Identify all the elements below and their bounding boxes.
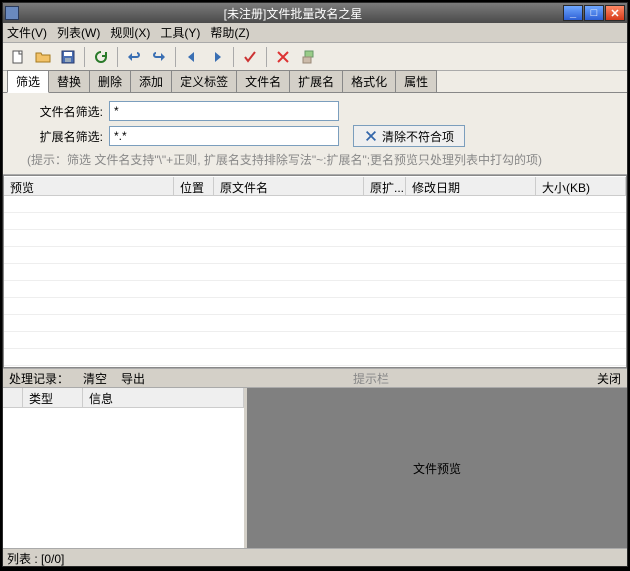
col-orig-ext[interactable]: 原扩... <box>364 177 406 195</box>
menu-help[interactable]: 帮助(Z) <box>210 24 249 41</box>
separator-icon <box>117 47 118 67</box>
tab-format[interactable]: 格式化 <box>342 70 396 92</box>
list-body[interactable] <box>4 196 626 367</box>
col-mod-date[interactable]: 修改日期 <box>406 177 536 195</box>
titlebar[interactable]: [未注册]文件批量改名之星 _ □ ✕ <box>3 3 627 23</box>
hint-bar-label: 提示栏 <box>159 370 583 387</box>
log-body[interactable] <box>3 408 244 548</box>
tab-delete[interactable]: 删除 <box>89 70 131 92</box>
undo-button[interactable] <box>123 46 145 68</box>
prev-button[interactable] <box>181 46 203 68</box>
next-button[interactable] <box>206 46 228 68</box>
ext-filter-label: 扩展名筛选: <box>23 128 103 145</box>
refresh-button[interactable] <box>90 46 112 68</box>
save-button[interactable] <box>57 46 79 68</box>
close-button[interactable]: ✕ <box>605 5 625 21</box>
col-position[interactable]: 位置 <box>174 177 214 195</box>
col-orig-name[interactable]: 原文件名 <box>214 177 364 195</box>
log-col-info[interactable]: 信息 <box>83 388 244 407</box>
statusbar: 列表 : [0/0] <box>3 548 627 566</box>
toolbar <box>3 43 627 71</box>
log-header: 类型 信息 <box>3 388 244 408</box>
clear-mismatch-label: 清除不符合项 <box>382 128 454 145</box>
menubar: 文件(V) 列表(W) 规则(X) 工具(Y) 帮助(Z) <box>3 23 627 43</box>
col-size[interactable]: 大小(KB) <box>536 177 626 195</box>
tab-define-tag[interactable]: 定义标签 <box>171 70 237 92</box>
col-preview[interactable]: 预览 <box>4 177 174 195</box>
app-icon <box>5 6 19 20</box>
log-col-type[interactable]: 类型 <box>23 388 83 407</box>
log-export-link[interactable]: 导出 <box>121 370 145 387</box>
log-col-icon[interactable] <box>3 388 23 407</box>
separator-icon <box>233 47 234 67</box>
ext-filter-input[interactable] <box>109 126 339 146</box>
delete-button[interactable] <box>272 46 294 68</box>
x-icon <box>364 129 378 143</box>
menu-list[interactable]: 列表(W) <box>57 24 100 41</box>
menu-tool[interactable]: 工具(Y) <box>160 24 200 41</box>
apply-button[interactable] <box>239 46 261 68</box>
window-title: [未注册]文件批量改名之星 <box>23 5 563 22</box>
file-preview-label: 文件预览 <box>413 460 461 477</box>
separator-icon <box>84 47 85 67</box>
mid-bar: 处理记录： 清空 导出 提示栏 关闭 <box>3 368 627 388</box>
list-header: 预览 位置 原文件名 原扩... 修改日期 大小(KB) <box>4 176 626 196</box>
midbar-close-link[interactable]: 关闭 <box>597 370 621 387</box>
filename-filter-input[interactable] <box>109 101 339 121</box>
clear-mismatch-button[interactable]: 清除不符合项 <box>353 125 465 147</box>
redo-button[interactable] <box>148 46 170 68</box>
file-preview-panel: 文件预览 <box>247 388 627 548</box>
tab-filename[interactable]: 文件名 <box>236 70 290 92</box>
new-button[interactable] <box>7 46 29 68</box>
filename-filter-label: 文件名筛选: <box>23 103 103 120</box>
app-window: [未注册]文件批量改名之星 _ □ ✕ 文件(V) 列表(W) 规则(X) 工具… <box>2 2 628 567</box>
filter-panel: 文件名筛选: 扩展名筛选: 清除不符合项 (提示：筛选 文件名支持"\"+正则,… <box>3 93 627 175</box>
filter-hint: (提示：筛选 文件名支持"\"+正则, 扩展名支持排除写法"~:扩展名";更名预… <box>23 151 607 168</box>
separator-icon <box>266 47 267 67</box>
tab-extension[interactable]: 扩展名 <box>289 70 343 92</box>
log-label: 处理记录： <box>9 370 69 387</box>
separator-icon <box>175 47 176 67</box>
main-list: 预览 位置 原文件名 原扩... 修改日期 大小(KB) <box>3 175 627 368</box>
log-clear-link[interactable]: 清空 <box>83 370 107 387</box>
minimize-button[interactable]: _ <box>563 5 583 21</box>
tab-replace[interactable]: 替换 <box>48 70 90 92</box>
bottom-panel: 类型 信息 文件预览 <box>3 388 627 548</box>
edit-button[interactable] <box>297 46 319 68</box>
tab-add[interactable]: 添加 <box>130 70 172 92</box>
menu-rule[interactable]: 规则(X) <box>110 24 150 41</box>
menu-file[interactable]: 文件(V) <box>7 24 47 41</box>
tabbar: 筛选 替换 删除 添加 定义标签 文件名 扩展名 格式化 属性 <box>3 71 627 93</box>
tab-attribute[interactable]: 属性 <box>395 70 437 92</box>
tab-filter[interactable]: 筛选 <box>7 70 49 93</box>
maximize-button[interactable]: □ <box>584 5 604 21</box>
log-panel: 类型 信息 <box>3 388 247 548</box>
open-button[interactable] <box>32 46 54 68</box>
status-text: 列表 : [0/0] <box>7 552 64 566</box>
